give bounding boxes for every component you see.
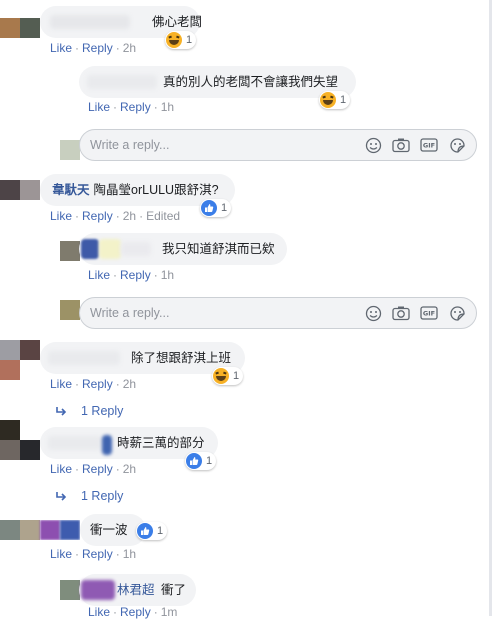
haha-reaction-icon [166, 32, 182, 48]
timestamp[interactable]: 1h [161, 100, 174, 114]
avatar[interactable] [0, 520, 80, 540]
like-reaction-icon [201, 200, 217, 216]
comment-text: 陶晶瑩orLULU跟舒淇? [93, 183, 219, 197]
timestamp[interactable]: 1m [161, 605, 178, 619]
redacted-name [50, 15, 130, 29]
comment-text: 我只知道舒淇而已欸 [162, 242, 275, 256]
view-replies-label: 1 Reply [81, 404, 124, 418]
sticker-icon[interactable] [448, 304, 466, 322]
view-replies-link[interactable]: 1 Reply [56, 404, 123, 418]
reply-input[interactable] [80, 297, 364, 329]
camera-icon[interactable] [392, 304, 410, 322]
comment-actions: Like · Reply · 2h [50, 462, 137, 476]
svg-text:GIF: GIF [423, 310, 435, 318]
like-link[interactable]: Like [50, 41, 72, 55]
like-link[interactable]: Like [50, 377, 72, 391]
timestamp[interactable]: 1h [161, 268, 174, 282]
avatar[interactable] [0, 18, 40, 38]
camera-icon[interactable] [392, 136, 410, 154]
avatar[interactable] [0, 420, 40, 460]
comment-text: 除了想跟舒淇上班 [131, 351, 232, 365]
redacted-name [48, 351, 120, 365]
avatar[interactable] [0, 340, 40, 380]
comment-actions: Like · Reply · 2h · Edited [50, 209, 181, 223]
reply-link[interactable]: Reply [82, 462, 113, 476]
timestamp[interactable]: 2h [123, 209, 136, 223]
like-link[interactable]: Like [50, 547, 72, 561]
reaction-count[interactable]: 1 [165, 31, 197, 49]
reaction-count[interactable]: 1 [319, 91, 351, 109]
reply-link[interactable]: Reply [82, 377, 113, 391]
comment-actions: Like · Reply · 2h [50, 41, 137, 55]
gif-icon[interactable]: GIF [420, 136, 438, 154]
reply-input[interactable] [80, 129, 364, 161]
comment-text: 時薪三萬的部分 [117, 436, 205, 450]
reply-link[interactable]: Reply [120, 268, 151, 282]
comment-text: 真的別人的老闆不會讓我們失望 [163, 75, 339, 89]
comment-actions: Like · Reply · 1m [88, 605, 178, 619]
redacted-name [121, 242, 151, 256]
reply-bubble: 林君超 衝了 [79, 574, 196, 606]
haha-reaction-icon [213, 368, 229, 384]
reply-arrow-icon [56, 491, 67, 501]
reply-composer: GIF [79, 129, 477, 161]
emoji-icon[interactable] [364, 304, 382, 322]
reaction-count[interactable]: 1 [200, 199, 232, 217]
redacted-name [81, 580, 115, 600]
timestamp[interactable]: 2h [123, 462, 136, 476]
like-link[interactable]: Like [88, 100, 110, 114]
like-link[interactable]: Like [50, 209, 72, 223]
reply-arrow-icon [56, 406, 67, 416]
view-replies-label: 1 Reply [81, 489, 124, 503]
haha-reaction-icon [320, 92, 336, 108]
gif-icon[interactable]: GIF [420, 304, 438, 322]
reply-composer: GIF [79, 297, 477, 329]
comment-actions: Like · Reply · 1h [50, 547, 137, 561]
comment-actions: Like · Reply · 1h [88, 100, 175, 114]
redacted-name [102, 435, 112, 455]
reply-link[interactable]: Reply [120, 605, 151, 619]
avatar[interactable] [60, 580, 80, 600]
redacted-name [48, 436, 102, 450]
redacted-name [87, 75, 157, 89]
reply-bubble: 真的別人的老闆不會讓我們失望 [79, 66, 356, 98]
reaction-count[interactable]: 1 [212, 367, 244, 385]
svg-text:GIF: GIF [423, 142, 435, 150]
reaction-count[interactable]: 1 [136, 522, 168, 540]
emoji-icon[interactable] [364, 136, 382, 154]
avatar[interactable] [60, 241, 80, 261]
timestamp[interactable]: 1h [123, 547, 136, 561]
comment-text: 衝一波 [90, 523, 128, 537]
redacted-name [81, 239, 99, 259]
like-link[interactable]: Like [50, 462, 72, 476]
timestamp[interactable]: 2h [123, 41, 136, 55]
avatar[interactable] [0, 180, 40, 200]
comment-actions: Like · Reply · 1h [88, 268, 175, 282]
like-link[interactable]: Like [88, 268, 110, 282]
author-name[interactable]: 林君超 [117, 582, 155, 598]
redacted-name [99, 239, 121, 259]
comment-text: 佛心老闆 [152, 15, 203, 29]
comment-actions: Like · Reply · 2h [50, 377, 137, 391]
reaction-count[interactable]: 1 [185, 452, 217, 470]
view-replies-link[interactable]: 1 Reply [56, 489, 123, 503]
reply-link[interactable]: Reply [82, 41, 113, 55]
reply-link[interactable]: Reply [82, 547, 113, 561]
timestamp[interactable]: 2h [123, 377, 136, 391]
author-name[interactable]: 韋馱天 [52, 182, 90, 198]
like-reaction-icon [137, 523, 153, 539]
comment-text: 衝了 [161, 583, 187, 597]
reply-bubble: 我只知道舒淇而已欸 [79, 233, 287, 265]
reply-link[interactable]: Reply [120, 100, 151, 114]
edited-label[interactable]: Edited [146, 209, 180, 223]
like-reaction-icon [186, 453, 202, 469]
reply-link[interactable]: Reply [82, 209, 113, 223]
sticker-icon[interactable] [448, 136, 466, 154]
avatar [60, 140, 80, 160]
avatar [60, 300, 80, 320]
like-link[interactable]: Like [88, 605, 110, 619]
